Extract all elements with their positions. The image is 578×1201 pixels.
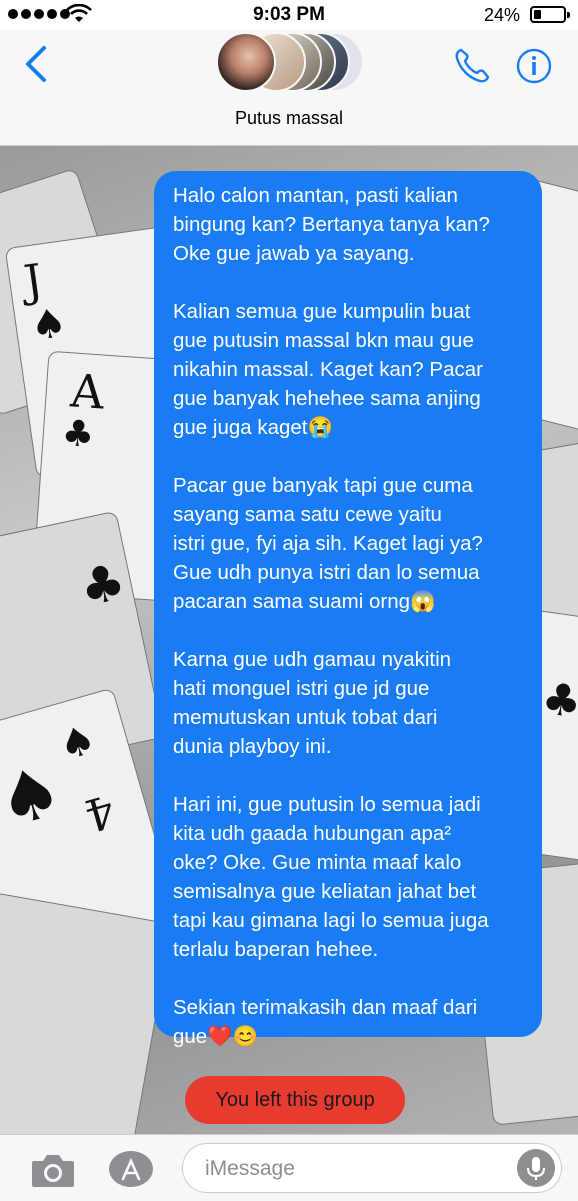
message-paragraph: Sekian terimakasih dan maaf dari gue❤️😊 [173,996,478,1048]
battery-icon [530,6,570,23]
conversation-header: Putus massal [0,30,578,146]
message-paragraph: Karna gue udh gamau nyakitin hati mongue… [173,648,452,758]
group-name[interactable]: Putus massal [0,108,578,129]
microphone-icon[interactable] [517,1149,555,1187]
left-group-notice: You left this group [185,1076,405,1124]
status-bar: 9:03 PM 24% [0,0,578,30]
info-icon[interactable] [516,48,552,84]
camera-icon[interactable] [30,1151,76,1189]
message-thread[interactable]: J ♠ A ♣ ♣ ♠ ♠ 4 ♣ Halo calon mantan, pas… [0,146,578,1134]
compose-bar [0,1134,578,1201]
message-paragraph: Hari ini, gue putusin lo semua jadi kita… [173,793,489,961]
message-input-field[interactable] [182,1143,562,1193]
battery-percent: 24% [483,5,520,25]
message-paragraph: Halo calon mantan, pasti kalian bingung … [173,184,490,265]
avatar [216,32,276,92]
app-store-icon[interactable] [106,1149,156,1189]
outgoing-message-bubble[interactable]: Halo calon mantan, pasti kalian bingung … [154,171,542,1048]
wallpaper-card [0,892,173,1134]
message-input[interactable] [203,1154,507,1184]
group-avatar-stack[interactable] [216,32,366,94]
message-paragraph: Pacar gue banyak tapi gue cuma sayang sa… [173,474,483,613]
chevron-left-icon[interactable] [18,42,58,86]
phone-icon[interactable] [452,46,492,86]
message-paragraph: Kalian semua gue kumpulin buat gue putus… [173,300,483,439]
